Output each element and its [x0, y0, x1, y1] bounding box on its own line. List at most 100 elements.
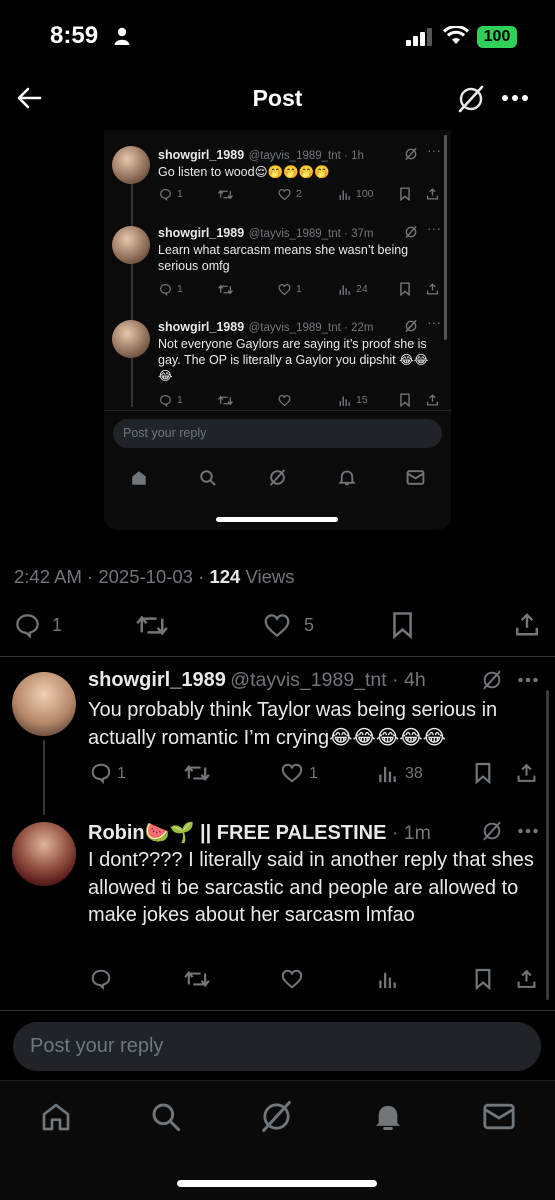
views-count: 100 — [356, 188, 374, 200]
grok-icon — [405, 319, 417, 333]
thread-line — [43, 740, 45, 815]
repost-icon — [218, 395, 233, 406]
bookmark-icon — [400, 393, 410, 407]
grok-icon — [405, 147, 417, 161]
post-time: 22m — [351, 322, 374, 334]
home-indicator — [177, 1180, 377, 1187]
views-count: 124 — [209, 566, 241, 587]
more-icon[interactable] — [517, 828, 539, 834]
share-icon[interactable] — [516, 762, 537, 784]
messages-icon[interactable] — [482, 1102, 516, 1131]
repost-icon — [218, 284, 233, 295]
bookmark-icon[interactable] — [391, 611, 414, 639]
embed-reply-input: Post your reply — [113, 419, 442, 448]
user-name[interactable]: Robin🍉🌱 || FREE PALESTINE — [88, 822, 386, 844]
share-icon — [426, 283, 439, 295]
views-count: 15 — [356, 394, 368, 406]
user-name: showgirl_1989 — [158, 320, 245, 334]
avatar[interactable] — [12, 822, 76, 886]
reply-header: showgirl_1989 @tayvis_1989_tnt · 4h — [88, 669, 426, 691]
embed-reply-header: showgirl_1989 @tayvis_1989_tnt · 22m — [158, 320, 374, 334]
person-icon — [114, 27, 130, 45]
reply-input[interactable]: Post your reply — [13, 1022, 541, 1071]
avatar — [112, 226, 150, 264]
like-icon[interactable] — [281, 968, 303, 990]
views-icon — [339, 190, 350, 200]
grok-icon[interactable] — [456, 84, 486, 114]
grok-icon[interactable] — [481, 820, 503, 842]
share-icon[interactable] — [516, 968, 537, 990]
reply-icon — [160, 395, 171, 407]
grok-icon — [269, 469, 286, 486]
embed-home-indicator — [216, 517, 338, 522]
battery-indicator: 100 — [477, 26, 517, 48]
post-timestamp: 2:42 AM · 2025-10-03 · 124 Views — [14, 566, 295, 587]
views-icon[interactable] — [378, 763, 398, 784]
wifi-icon — [443, 26, 469, 44]
embed-divider — [104, 410, 451, 411]
user-handle: @tayvis_1989_tnt — [248, 228, 341, 240]
like-icon — [278, 395, 291, 407]
grok-icon[interactable] — [481, 669, 503, 691]
reply-count: 1 — [177, 283, 183, 295]
share-icon — [426, 394, 439, 406]
divider — [0, 1010, 555, 1011]
reply-icon[interactable] — [14, 612, 41, 639]
views-icon[interactable] — [378, 969, 398, 990]
post-date: 2025-10-03 — [98, 566, 193, 587]
avatar[interactable] — [12, 672, 76, 736]
status-time: 8:59 — [50, 22, 99, 49]
like-icon[interactable] — [263, 612, 291, 639]
user-name: showgirl_1989 — [158, 148, 245, 162]
like-icon[interactable] — [281, 762, 303, 784]
user-name[interactable]: showgirl_1989 — [88, 669, 226, 691]
user-handle: @tayvis_1989_tnt — [248, 322, 341, 334]
bookmark-icon — [400, 187, 410, 201]
avatar — [112, 320, 150, 358]
home-icon — [132, 471, 146, 485]
bookmark-icon — [400, 282, 410, 296]
repost-icon[interactable] — [184, 763, 210, 783]
like-count: 1 — [296, 283, 302, 295]
grok-icon[interactable] — [259, 1099, 294, 1134]
share-icon — [426, 188, 439, 200]
views-label: Views — [245, 566, 295, 587]
like-icon — [278, 284, 291, 296]
home-icon[interactable] — [40, 1101, 72, 1133]
notifications-icon[interactable] — [372, 1100, 404, 1133]
reply-text: Not everyone Gaylors are saying it’s pro… — [158, 337, 429, 383]
user-name: showgirl_1989 — [158, 226, 245, 240]
divider — [0, 656, 555, 657]
reply-icon[interactable] — [90, 968, 112, 990]
more-icon[interactable] — [501, 94, 529, 102]
more-icon[interactable] — [517, 677, 539, 683]
reply-count: 1 — [117, 765, 126, 782]
reply-count: 1 — [177, 394, 183, 406]
repost-icon[interactable] — [184, 969, 210, 989]
search-icon[interactable] — [150, 1101, 182, 1133]
post-time: 2:42 AM — [14, 566, 82, 587]
views-count: 38 — [405, 765, 423, 782]
reply-text: Go listen to wood😌🤭🤭🤭🤭 — [158, 165, 330, 179]
scrollbar[interactable] — [546, 690, 549, 1000]
reply-icon[interactable] — [90, 762, 112, 784]
reply-count: 1 — [52, 615, 63, 635]
like-count: 5 — [304, 615, 315, 635]
user-handle[interactable]: @tayvis_1989_tnt — [230, 669, 386, 691]
messages-icon — [406, 470, 425, 485]
more-icon: ··· — [427, 142, 441, 158]
more-icon: ··· — [427, 220, 441, 236]
post-time: 37m — [351, 228, 374, 240]
bookmark-icon[interactable] — [474, 762, 492, 784]
bookmark-icon[interactable] — [474, 968, 492, 990]
embed-action-bar: 1 15 — [158, 393, 443, 409]
repost-icon[interactable] — [136, 613, 168, 638]
embed-action-bar: 1 1 24 — [158, 282, 443, 298]
reply-header: Robin🍉🌱 || FREE PALESTINE · 1m — [88, 822, 431, 844]
views-icon — [339, 285, 350, 295]
views-icon — [339, 396, 350, 406]
share-icon[interactable] — [514, 611, 540, 638]
views-count: 24 — [356, 283, 368, 295]
embed-scrollbar — [444, 135, 447, 340]
post-time: 4h — [404, 669, 426, 691]
